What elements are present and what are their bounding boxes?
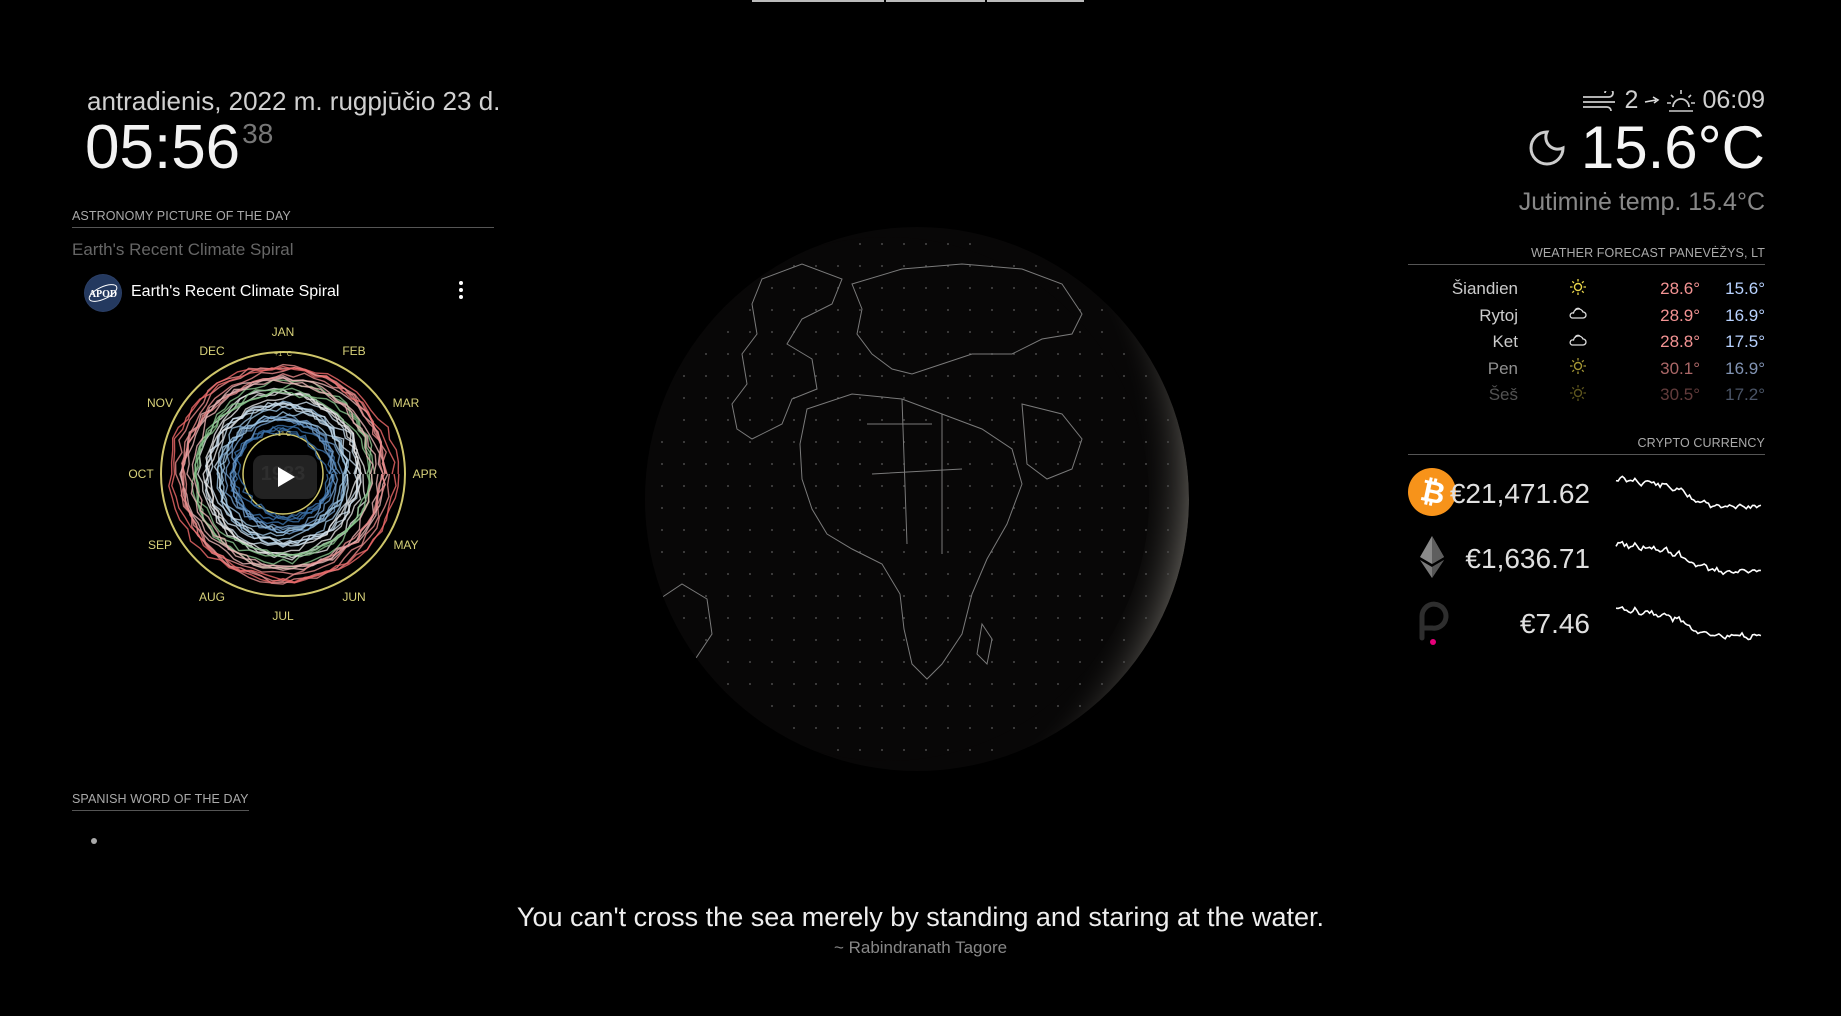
ring-inner-label: -1° C xyxy=(275,430,291,438)
ethereum-price: €1,636.71 xyxy=(1465,543,1590,574)
quote-text: You can't cross the sea merely by standi… xyxy=(516,902,1325,932)
earth-globe xyxy=(642,224,1192,774)
sunrise-icon xyxy=(1666,87,1696,115)
clock-time: 05:5638 xyxy=(85,117,273,179)
weather-forecast-header: WEATHER FORECAST PANEVĖŽYS, LT xyxy=(1408,246,1765,265)
forecast-table: Šiandien 28.6° 15.6° Rytoj 28.9° 16.9° Ket 28.8… xyxy=(1408,276,1765,409)
current-temperature: 15.6°C xyxy=(1580,114,1765,181)
forecast-min-temp: 16.9° xyxy=(1725,358,1765,378)
crypto-row-bitcoin: ₿ €21,471.62 xyxy=(1408,468,1765,528)
forecast-max-temp: 30.5° xyxy=(1660,385,1700,405)
wind-direction-icon xyxy=(1644,94,1660,108)
svg-text:APOD: APOD xyxy=(89,289,117,300)
month-label: NOV xyxy=(147,396,173,410)
forecast-day: Šiandien xyxy=(1451,279,1518,299)
month-label: MAR xyxy=(393,396,420,410)
play-button[interactable] xyxy=(253,455,317,499)
forecast-min-temp: 15.6° xyxy=(1725,279,1765,299)
ring-outer-label: +1° C xyxy=(274,350,292,358)
video-title[interactable]: Earth's Recent Climate Spiral xyxy=(131,283,339,301)
clock-hours-minutes: 05:56 xyxy=(85,113,241,182)
clock-seconds: 38 xyxy=(242,118,274,149)
month-label: SEP xyxy=(148,538,172,552)
bitcoin-price-sparkline xyxy=(1615,475,1762,510)
crypto-currency-header: CRYPTO CURRENCY xyxy=(1408,436,1765,455)
crypto-row-polkadot: €7.46 xyxy=(1408,598,1765,658)
forecast-day: Rytoj xyxy=(1479,305,1518,325)
month-label: MAY xyxy=(393,538,418,552)
climate-spiral-image: JAN FEB MAR APR MAY JUN JUL AUG SEP OCT NOV DEC +1°… xyxy=(128,325,438,623)
ethereum-icon xyxy=(1408,533,1456,581)
play-icon xyxy=(278,467,295,487)
video-title-bar: APOD Earth's Recent Climate Spiral xyxy=(72,266,480,320)
spanish-word-header: SPANISH WORD OF THE DAY xyxy=(72,792,249,811)
wind-speed: 2 xyxy=(1624,86,1639,114)
forecast-row: Šiandien 28.6° 15.6° xyxy=(1408,276,1765,303)
forecast-day: Pen xyxy=(1487,358,1518,378)
sun-icon xyxy=(1518,356,1638,383)
top-bar xyxy=(752,0,1084,3)
quote-author: ~ Rabindranath Tagore xyxy=(833,938,1008,957)
sun-icon xyxy=(1518,276,1638,303)
forecast-max-temp: 28.6° xyxy=(1660,279,1700,299)
list-bullet xyxy=(91,838,97,844)
sunrise-time: 06:09 xyxy=(1702,86,1765,114)
ethereum-price-sparkline xyxy=(1615,540,1761,576)
apod-channel-logo[interactable]: APOD xyxy=(84,274,122,312)
forecast-day: Šeš xyxy=(1488,385,1518,405)
bitcoin-price: €21,471.62 xyxy=(1449,478,1590,509)
apod-video-player[interactable]: JAN FEB MAR APR MAY JUN JUL AUG SEP OCT NOV DEC +1°… xyxy=(72,266,480,636)
month-label: JUN xyxy=(342,590,365,604)
forecast-row: Šeš 30.5° 17.2° xyxy=(1408,382,1765,409)
polkadot-price: €7.46 xyxy=(1519,608,1590,639)
feels-like-temperature: Jutiminė temp. 15.4°C xyxy=(1518,188,1765,216)
apod-header: ASTRONOMY PICTURE OF THE DAY xyxy=(72,209,494,228)
month-label: FEB xyxy=(342,344,365,358)
month-label: JAN xyxy=(272,325,295,339)
forecast-max-temp: 28.9° xyxy=(1660,305,1700,325)
wind-icon xyxy=(1581,90,1619,111)
forecast-row: Pen 30.1° 16.9° xyxy=(1408,356,1765,383)
month-label: OCT xyxy=(128,467,154,481)
forecast-max-temp: 28.8° xyxy=(1660,332,1700,352)
polkadot-price-sparkline xyxy=(1615,606,1762,641)
forecast-row: Rytoj 28.9° 16.9° xyxy=(1408,303,1765,330)
forecast-min-temp: 17.5° xyxy=(1725,332,1765,352)
month-label: AUG xyxy=(199,590,225,604)
month-label: JUL xyxy=(272,609,294,623)
weather-details-row: 2 06:09 xyxy=(1581,86,1765,115)
forecast-min-temp: 16.9° xyxy=(1725,305,1765,325)
sun-icon xyxy=(1518,382,1638,409)
current-temperature-row: 15.6°C xyxy=(1527,118,1765,178)
forecast-min-temp: 17.2° xyxy=(1725,385,1765,405)
forecast-row: Ket 28.8° 17.5° xyxy=(1408,329,1765,356)
night-moon-icon xyxy=(1527,118,1567,178)
more-options-icon[interactable] xyxy=(457,280,465,304)
bitcoin-icon: ₿ xyxy=(1408,468,1456,516)
forecast-day: Ket xyxy=(1492,332,1518,352)
cloud-sun-icon xyxy=(1518,303,1638,330)
apod-subtitle: Earth's Recent Climate Spiral xyxy=(72,240,294,259)
month-label: DEC xyxy=(199,344,225,358)
forecast-max-temp: 30.1° xyxy=(1660,358,1700,378)
cloud-sun-icon xyxy=(1518,329,1638,356)
month-label: APR xyxy=(413,467,438,481)
crypto-row-ethereum: €1,636.71 xyxy=(1408,533,1765,593)
polkadot-icon xyxy=(1408,598,1456,646)
